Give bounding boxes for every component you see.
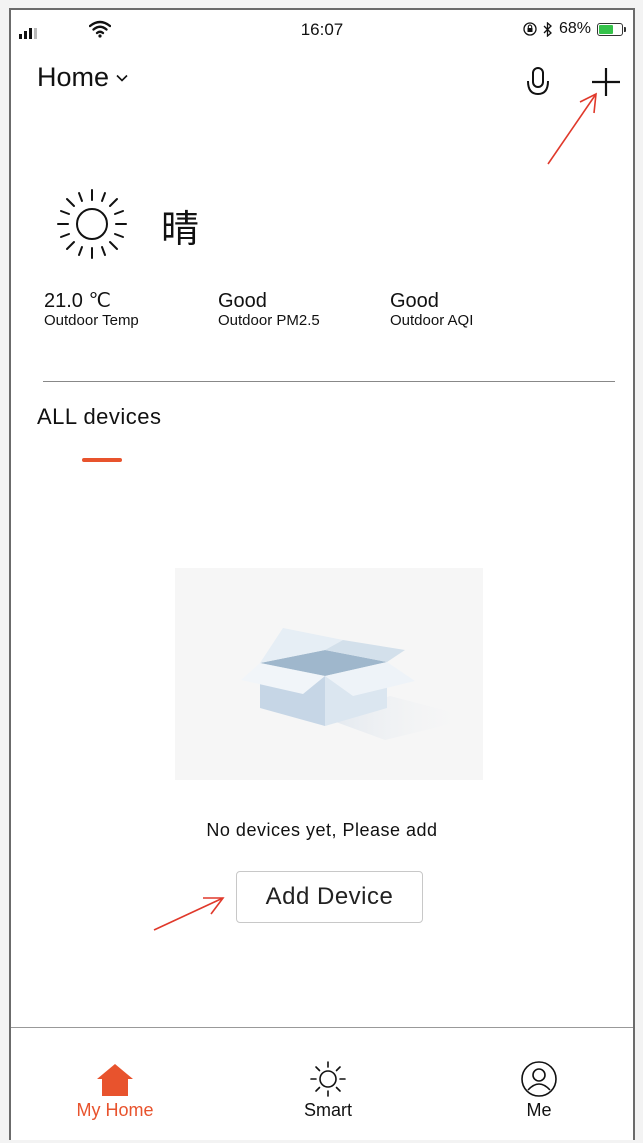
add-device-button[interactable]: Add Device <box>236 871 423 923</box>
stat-outdoor-pm25: Good Outdoor PM2.5 <box>218 290 320 330</box>
battery-fill <box>599 24 614 34</box>
open-box-icon <box>241 628 475 740</box>
battery-percent: 68% <box>558 20 591 37</box>
battery-icon <box>597 22 626 36</box>
microphone-icon[interactable] <box>526 66 550 100</box>
tab-label: My Home <box>76 1100 154 1120</box>
phone-screen: 16:07 68% Home 晴 21.0 ℃ Outdoor Temp Goo… <box>9 8 635 1140</box>
stat-outdoor-temp: 21.0 ℃ Outdoor Temp <box>44 290 139 330</box>
stat-label: Outdoor Temp <box>44 312 139 329</box>
weather-condition: 晴 <box>161 207 200 251</box>
status-bar: 16:07 68% <box>11 10 633 50</box>
tab-all-devices[interactable]: ALL devices <box>37 404 162 430</box>
home-icon <box>97 1064 133 1096</box>
add-icon[interactable] <box>589 65 623 99</box>
stat-value: 21.0 ℃ <box>44 290 111 312</box>
divider <box>43 381 615 382</box>
chevron-down-icon <box>116 74 128 82</box>
home-selector[interactable]: Home <box>37 62 129 93</box>
bluetooth-icon <box>543 21 552 37</box>
stat-value: Good <box>218 290 267 312</box>
tab-label: Smart <box>303 1100 352 1120</box>
home-label: Home <box>37 62 110 92</box>
stat-label: Outdoor PM2.5 <box>218 312 320 329</box>
sun-icon <box>310 1061 346 1097</box>
stat-label: Outdoor AQI <box>390 312 474 329</box>
stat-value: Good <box>390 290 439 312</box>
tab-label: Me <box>526 1100 552 1120</box>
user-icon <box>521 1061 557 1097</box>
stat-outdoor-aqi: Good Outdoor AQI <box>390 290 473 330</box>
bottom-tab-bar: My Home Smart Me <box>11 1027 633 1143</box>
orientation-lock-icon <box>523 22 537 36</box>
sun-icon <box>57 189 127 259</box>
tab-smart[interactable]: Smart <box>278 1058 378 1121</box>
status-right: 68% <box>523 20 626 38</box>
empty-state-message: No devices yet, Please add <box>206 820 438 840</box>
annotation-arrow <box>547 92 597 165</box>
annotation-arrow <box>153 897 225 931</box>
empty-box-illustration <box>175 568 483 780</box>
tab-active-indicator <box>82 458 122 462</box>
tab-my-home[interactable]: My Home <box>65 1058 165 1121</box>
tab-me[interactable]: Me <box>489 1058 589 1121</box>
